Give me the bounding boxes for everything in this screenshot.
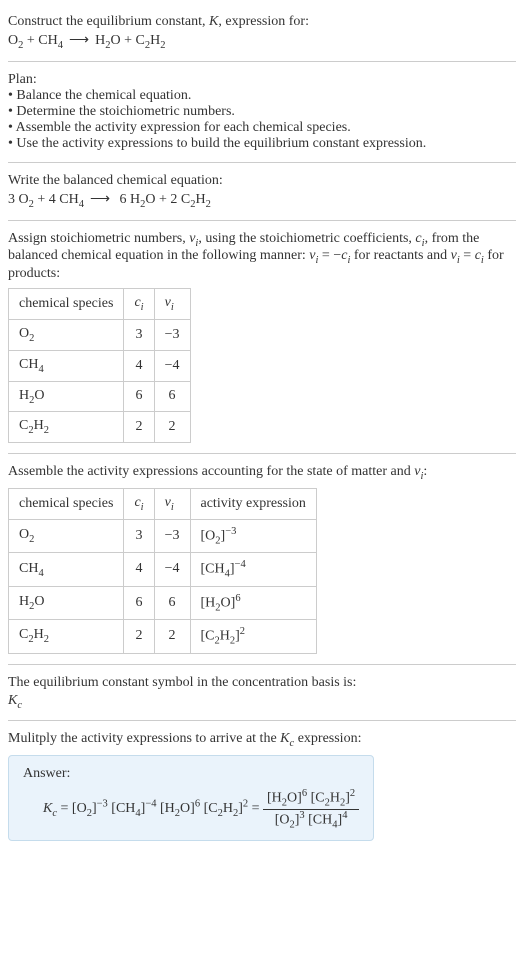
- divider: [8, 220, 516, 221]
- ci-cell: 3: [124, 319, 154, 350]
- table-row: CH4 4 −4 [CH4]−4: [9, 553, 317, 586]
- table-row: O2 3 −3 [O2]−3: [9, 519, 317, 552]
- nui-cell: −3: [154, 319, 190, 350]
- ci-cell: 3: [124, 519, 154, 552]
- table-row: O2 3 −3: [9, 319, 191, 350]
- header-activity: activity expression: [190, 488, 316, 519]
- species-cell: C2H2: [9, 620, 124, 653]
- species-cell: C2H2: [9, 412, 124, 443]
- table-row: C2H2 2 2 [C2H2]2: [9, 620, 317, 653]
- table-header-row: chemical species ci νi activity expressi…: [9, 488, 317, 519]
- kc-fraction: [H2O]6 [C2H2]2[O2]3 [CH4]4: [263, 788, 359, 830]
- species-cell: CH4: [9, 350, 124, 381]
- multiply-text: Mulitply the activity expressions to arr…: [8, 731, 516, 749]
- stoichiometric-table: chemical species ci νi O2 3 −3 CH4 4 −4 …: [8, 288, 191, 443]
- plan-bullet-3: • Assemble the activity expression for e…: [8, 120, 516, 136]
- ci-cell: 2: [124, 412, 154, 443]
- header-species: chemical species: [9, 488, 124, 519]
- answer-label: Answer:: [23, 766, 359, 782]
- activity-section: Assemble the activity expressions accoun…: [8, 458, 516, 659]
- header-nui: νi: [154, 488, 190, 519]
- kc-symbol: Kc: [8, 693, 516, 711]
- plan-heading: Plan:: [8, 72, 516, 88]
- equilibrium-constant-section: The equilibrium constant symbol in the c…: [8, 669, 516, 717]
- nui-cell: −4: [154, 553, 190, 586]
- fraction-numerator: [H2O]6 [C2H2]2: [263, 788, 359, 809]
- divider: [8, 162, 516, 163]
- table-row: C2H2 2 2: [9, 412, 191, 443]
- activity-table: chemical species ci νi activity expressi…: [8, 488, 317, 654]
- ci-cell: 6: [124, 586, 154, 619]
- header-ci: ci: [124, 289, 154, 320]
- divider: [8, 453, 516, 454]
- header-nui: νi: [154, 289, 190, 320]
- nui-cell: −4: [154, 350, 190, 381]
- balanced-equation: 3 O2 + 4 CH4⟶ 6 H2O + 2 C2H2: [8, 191, 516, 210]
- fraction-denominator: [O2]3 [CH4]4: [263, 810, 359, 830]
- species-cell: CH4: [9, 553, 124, 586]
- eqconst-text: The equilibrium constant symbol in the c…: [8, 675, 516, 691]
- balance-intro: Write the balanced chemical equation:: [8, 173, 516, 189]
- divider: [8, 664, 516, 665]
- header-species: chemical species: [9, 289, 124, 320]
- plan-bullet-4: • Use the activity expressions to build …: [8, 136, 516, 152]
- nui-cell: 2: [154, 412, 190, 443]
- stoichiometric-section: Assign stoichiometric numbers, νi, using…: [8, 225, 516, 450]
- nui-cell: 6: [154, 381, 190, 412]
- table-row: H2O 6 6 [H2O]6: [9, 586, 317, 619]
- species-cell: O2: [9, 519, 124, 552]
- ci-cell: 4: [124, 553, 154, 586]
- nui-cell: 6: [154, 586, 190, 619]
- divider: [8, 61, 516, 62]
- nui-cell: 2: [154, 620, 190, 653]
- activity-cell: [C2H2]2: [190, 620, 316, 653]
- kc-expression: Kc = [O2]−3 [CH4]−4 [H2O]6 [C2H2]2 = [H2…: [43, 788, 359, 830]
- assign-text: Assign stoichiometric numbers, νi, using…: [8, 231, 516, 283]
- table-header-row: chemical species ci νi: [9, 289, 191, 320]
- answer-box: Answer: Kc = [O2]−3 [CH4]−4 [H2O]6 [C2H2…: [8, 755, 374, 841]
- activity-cell: [H2O]6: [190, 586, 316, 619]
- ci-cell: 4: [124, 350, 154, 381]
- plan-bullet-1: • Balance the chemical equation.: [8, 88, 516, 104]
- problem-statement: Construct the equilibrium constant, K, e…: [8, 8, 516, 57]
- balanced-equation-section: Write the balanced chemical equation: 3 …: [8, 167, 516, 216]
- ci-cell: 6: [124, 381, 154, 412]
- header-ci: ci: [124, 488, 154, 519]
- ci-cell: 2: [124, 620, 154, 653]
- table-row: H2O 6 6: [9, 381, 191, 412]
- unbalanced-equation: O2 + CH4⟶H2O + C2H2: [8, 32, 516, 51]
- species-cell: H2O: [9, 586, 124, 619]
- table-row: CH4 4 −4: [9, 350, 191, 381]
- multiply-section: Mulitply the activity expressions to arr…: [8, 725, 516, 847]
- species-cell: O2: [9, 319, 124, 350]
- plan-section: Plan: • Balance the chemical equation. •…: [8, 66, 516, 158]
- activity-cell: [O2]−3: [190, 519, 316, 552]
- species-cell: H2O: [9, 381, 124, 412]
- intro-text: Construct the equilibrium constant, K, e…: [8, 14, 516, 30]
- divider: [8, 720, 516, 721]
- nui-cell: −3: [154, 519, 190, 552]
- plan-bullet-2: • Determine the stoichiometric numbers.: [8, 104, 516, 120]
- activity-cell: [CH4]−4: [190, 553, 316, 586]
- assemble-text: Assemble the activity expressions accoun…: [8, 464, 516, 482]
